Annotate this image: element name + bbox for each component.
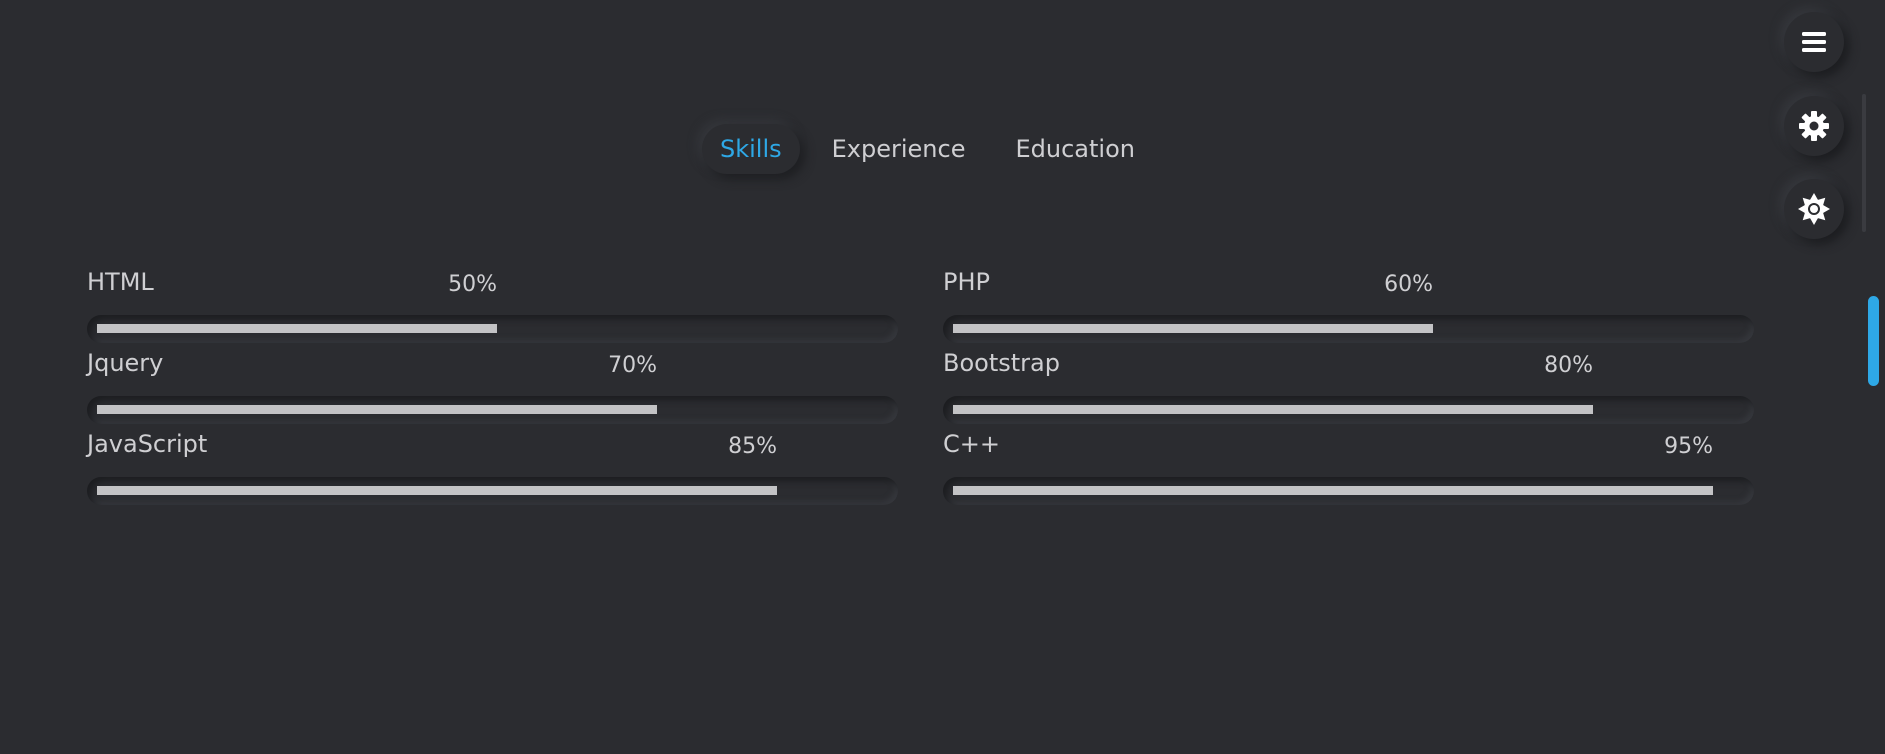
scrollbar-track[interactable] xyxy=(1862,94,1866,232)
progress-fill xyxy=(97,486,777,495)
skill-name: JavaScript xyxy=(87,430,208,458)
skill-jquery: Jquery 70% xyxy=(87,349,898,431)
skill-name: PHP xyxy=(943,268,990,296)
skill-javascript: JavaScript 85% xyxy=(87,430,898,512)
menu-button[interactable] xyxy=(1784,12,1844,72)
progress-fill xyxy=(953,324,1433,333)
skill-php: PHP 60% xyxy=(943,268,1754,350)
skill-name: HTML xyxy=(87,268,154,296)
skill-name: C++ xyxy=(943,430,1000,458)
skill-html: HTML 50% xyxy=(87,268,898,350)
menu-icon xyxy=(1801,30,1827,54)
tabs-inner: Skills Experience Education xyxy=(702,124,1167,174)
progress-fill xyxy=(97,405,657,414)
skill-percent: 50% xyxy=(448,272,497,297)
settings-button[interactable] xyxy=(1784,96,1844,156)
progress-track xyxy=(87,396,898,424)
skill-bootstrap: Bootstrap 80% xyxy=(943,349,1754,431)
skill-name: Bootstrap xyxy=(943,349,1060,377)
progress-fill xyxy=(953,405,1593,414)
tab-experience[interactable]: Experience xyxy=(814,124,984,174)
progress-track xyxy=(87,477,898,505)
skill-percent: 70% xyxy=(608,353,657,378)
scrollbar-thumb[interactable] xyxy=(1868,296,1879,386)
skill-percent: 60% xyxy=(1384,272,1433,297)
progress-track xyxy=(943,315,1754,343)
progress-fill xyxy=(953,486,1713,495)
tab-education[interactable]: Education xyxy=(997,124,1152,174)
skill-cpp: C++ 95% xyxy=(943,430,1754,512)
page: Skills Experience Education HTML 50% PHP… xyxy=(0,0,1885,754)
gear-icon xyxy=(1798,110,1830,142)
progress-track xyxy=(87,315,898,343)
progress-track xyxy=(943,477,1754,505)
skill-percent: 95% xyxy=(1664,434,1713,459)
skill-percent: 85% xyxy=(728,434,777,459)
theme-toggle-button[interactable] xyxy=(1784,179,1844,239)
progress-fill xyxy=(97,324,497,333)
progress-track xyxy=(943,396,1754,424)
skill-name: Jquery xyxy=(87,349,164,377)
brightness-icon xyxy=(1797,192,1831,226)
skill-percent: 80% xyxy=(1544,353,1593,378)
tab-skills[interactable]: Skills xyxy=(702,124,800,174)
